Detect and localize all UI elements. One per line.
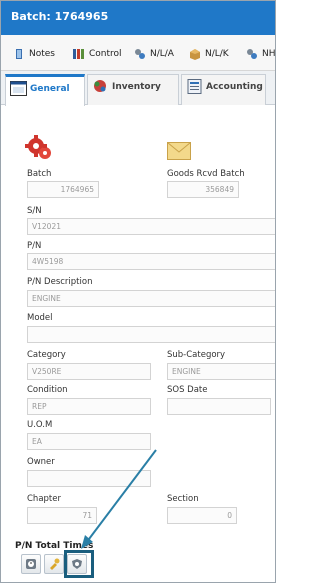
- tab-general[interactable]: General: [5, 74, 85, 106]
- goods-rcvd-batch-label: Goods Rcvd Batch: [167, 169, 245, 179]
- gears-icon: [25, 135, 53, 161]
- sos-date-field[interactable]: [167, 398, 271, 415]
- nh-icon: [246, 48, 258, 60]
- batch-window: Batch: 1764965 Notes Control N/L/A N/L/K: [0, 0, 276, 583]
- goods-rcvd-batch-field[interactable]: 356849: [167, 181, 239, 198]
- title-bar: Batch: 1764965: [1, 1, 275, 35]
- notes-icon: [13, 48, 25, 60]
- batch-field[interactable]: 1764965: [27, 181, 99, 198]
- pn-label: P/N: [27, 241, 42, 251]
- tab-bar: General Inventory Accounting: [1, 71, 275, 106]
- nla-icon: [134, 48, 146, 60]
- toolbar-notes-button[interactable]: Notes: [13, 47, 55, 61]
- pn-description-field[interactable]: ENGINE: [27, 290, 275, 307]
- owner-label: Owner: [27, 457, 55, 467]
- envelope-icon: [167, 142, 191, 160]
- general-panel: Batch 1764965 Goods Rcvd Batch 356849 S/…: [1, 105, 275, 582]
- toolbar-control-button[interactable]: Control: [73, 47, 122, 61]
- clock-icon: [25, 558, 37, 573]
- batch-label: Batch: [27, 169, 52, 179]
- category-label: Category: [27, 350, 66, 360]
- model-field[interactable]: [27, 326, 275, 343]
- inventory-tab-icon: [92, 79, 109, 94]
- toolbar: Notes Control N/L/A N/L/K NH: [1, 35, 275, 71]
- owner-field[interactable]: [27, 470, 151, 487]
- condition-field[interactable]: REP: [27, 398, 151, 415]
- condition-label: Condition: [27, 385, 68, 395]
- accounting-tab-icon: [186, 79, 203, 94]
- section-field[interactable]: 0: [167, 507, 237, 524]
- sn-label: S/N: [27, 206, 42, 216]
- nlk-icon: [189, 48, 201, 60]
- toolbar-nla-button[interactable]: N/L/A: [134, 47, 174, 61]
- pn-total-times-clock-button[interactable]: [21, 554, 41, 574]
- toolbar-nh-button[interactable]: NH: [246, 47, 275, 61]
- sos-date-label: SOS Date: [167, 385, 208, 395]
- sub-category-field[interactable]: ENGINE: [167, 363, 275, 380]
- uom-label: U.O.M: [27, 420, 53, 430]
- pn-total-times-wrench-button[interactable]: [44, 554, 64, 574]
- wrench-icon: [48, 558, 60, 573]
- section-label: Section: [167, 494, 199, 504]
- category-field[interactable]: V250RE: [27, 363, 151, 380]
- pn-description-label: P/N Description: [27, 277, 93, 287]
- pn-field[interactable]: 4W5198: [27, 253, 275, 270]
- model-label: Model: [27, 313, 53, 323]
- control-icon: [73, 48, 85, 60]
- tab-inventory[interactable]: Inventory: [87, 74, 179, 105]
- uom-field[interactable]: EA: [27, 433, 151, 450]
- tab-accounting[interactable]: Accounting: [181, 74, 266, 105]
- chapter-label: Chapter: [27, 494, 61, 504]
- sn-field[interactable]: V12021: [27, 218, 275, 235]
- highlight-box: [64, 550, 94, 578]
- sub-category-label: Sub-Category: [167, 350, 226, 360]
- general-tab-icon: [10, 81, 27, 96]
- chapter-field[interactable]: 71: [27, 507, 97, 524]
- toolbar-nlk-button[interactable]: N/L/K: [189, 47, 229, 61]
- window-title: Batch: 1764965: [11, 10, 109, 23]
